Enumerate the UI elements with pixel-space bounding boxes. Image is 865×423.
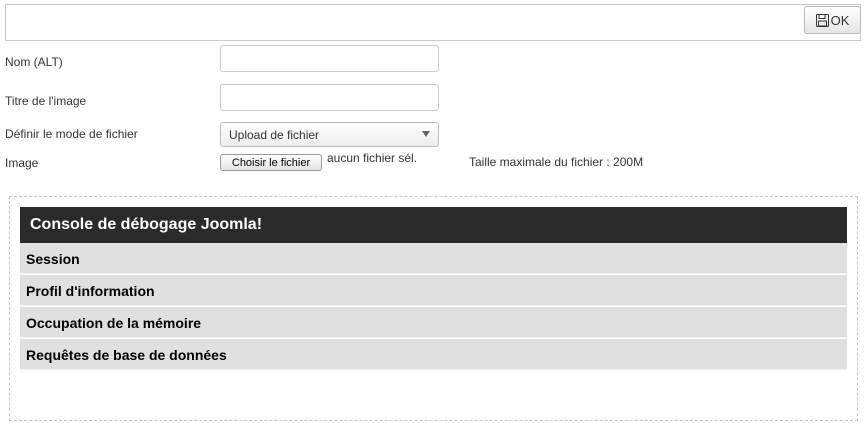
top-toolbar: OK [5, 4, 861, 41]
image-title-label: Titre de l'image [5, 94, 87, 108]
image-label: Image [5, 156, 39, 170]
ok-button[interactable]: OK [804, 6, 861, 34]
debug-item-memory[interactable]: Occupation de la mémoire [20, 307, 847, 338]
debug-console: Console de débogage Joomla! Session Prof… [9, 196, 858, 421]
alt-label: Nom (ALT) [5, 55, 63, 69]
chevron-down-icon [422, 131, 430, 137]
debug-console-title: Console de débogage Joomla! [20, 207, 847, 243]
file-mode-label: Définir le mode de fichier [5, 127, 138, 141]
file-mode-value: Upload de fichier [229, 128, 320, 142]
file-status: aucun fichier sél. [327, 151, 418, 165]
debug-item-session[interactable]: Session [20, 243, 847, 274]
save-icon [815, 13, 829, 27]
debug-item-queries[interactable]: Requêtes de base de données [20, 339, 847, 370]
alt-input[interactable] [220, 45, 439, 72]
max-file-size: Taille maximale du fichier : 200M [469, 155, 644, 169]
file-mode-select[interactable]: Upload de fichier [220, 122, 439, 147]
image-title-input[interactable] [220, 84, 439, 111]
debug-item-profile[interactable]: Profil d'information [20, 275, 847, 306]
choose-file-button[interactable]: Choisir le fichier [220, 154, 322, 171]
ok-label: OK [830, 12, 850, 28]
